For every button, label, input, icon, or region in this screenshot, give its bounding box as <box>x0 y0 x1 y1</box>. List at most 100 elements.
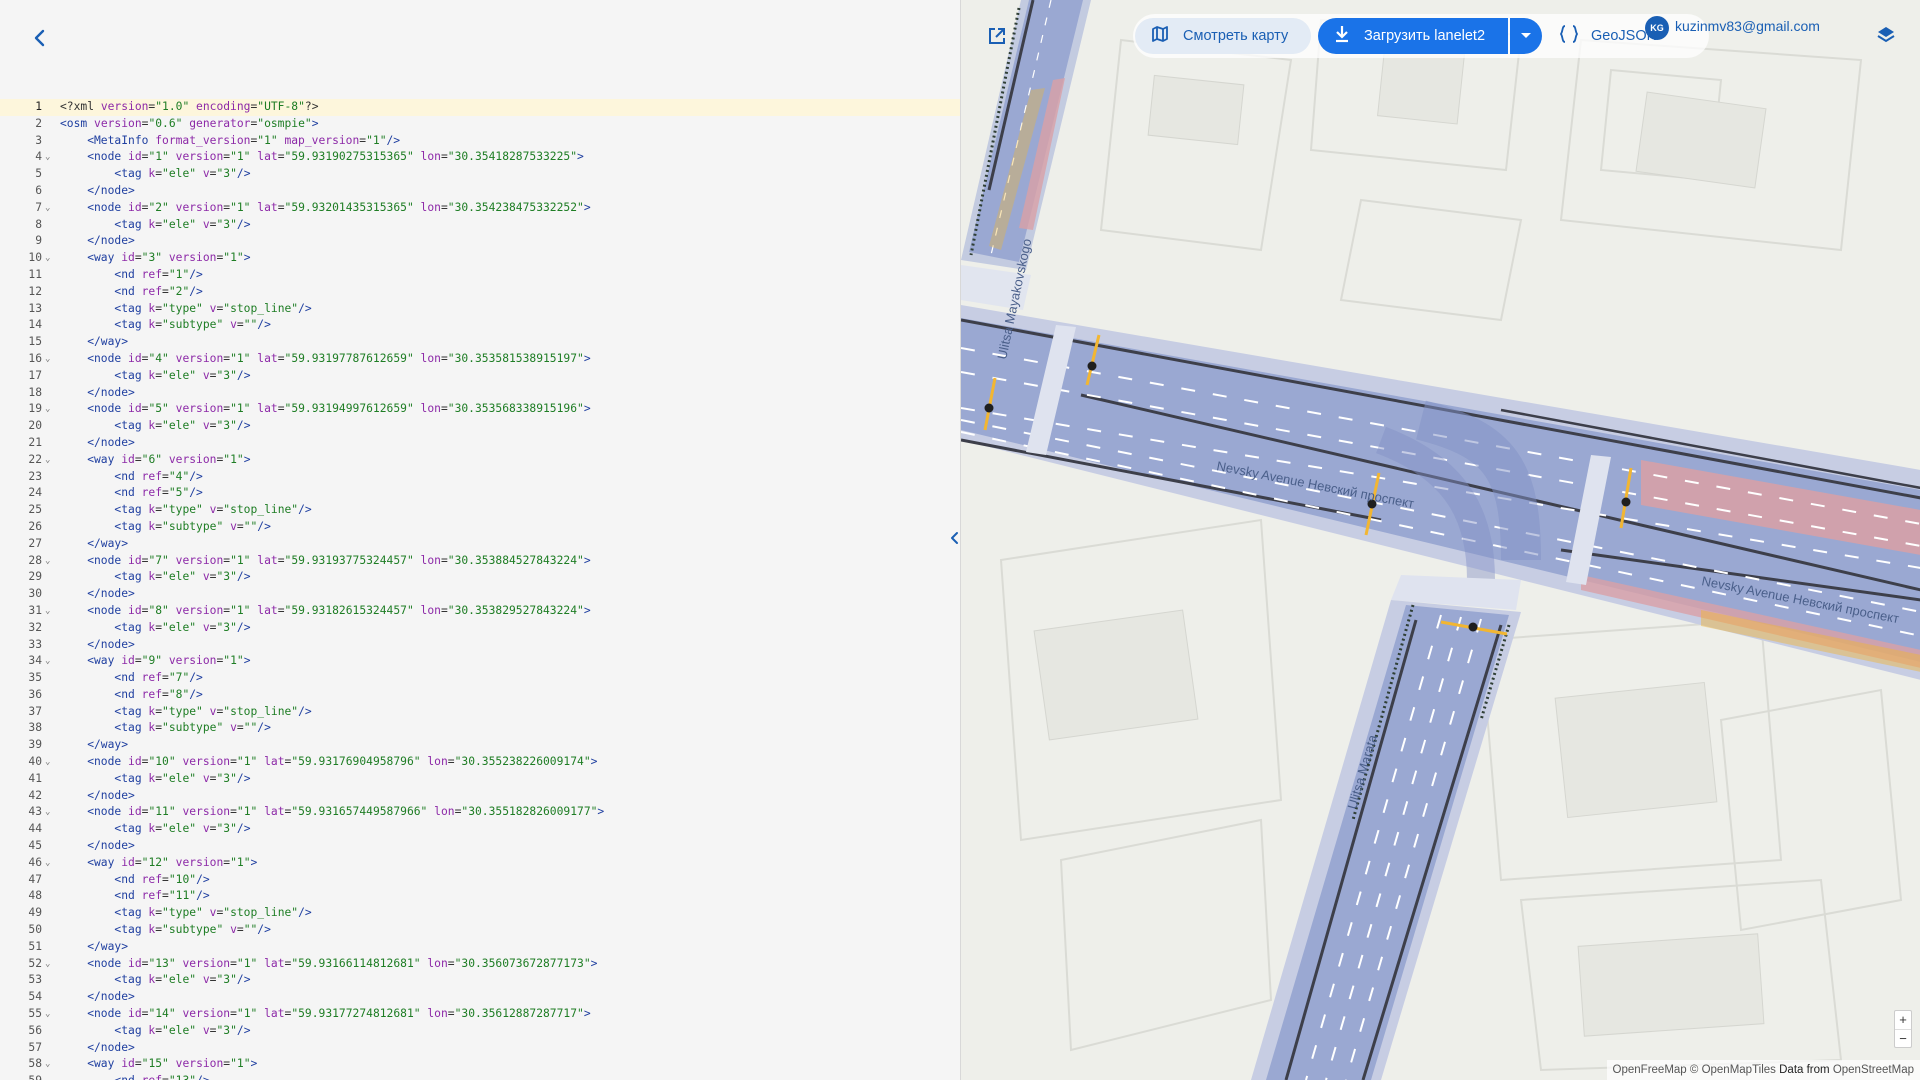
code-line[interactable]: 28 ⌄ <node id="7" version="1" lat="59.931… <box>0 553 960 570</box>
line-number: 37 <box>28 704 42 718</box>
layers-button[interactable] <box>1873 24 1899 50</box>
code-token: <tag <box>60 906 149 920</box>
code-token: lat <box>257 1007 285 1021</box>
upload-dropdown-button[interactable] <box>1510 18 1542 54</box>
code-text: <tag k="type" v="stop_line"/> <box>60 905 311 922</box>
code-line[interactable]: 3 <MetaInfo format_version="1" map_versi… <box>0 133 960 150</box>
attribution-openfreemap-link[interactable]: OpenFreeMap <box>1613 1064 1687 1076</box>
fold-chevron-icon[interactable]: ⌄ <box>45 1006 50 1023</box>
code-line[interactable]: 7 ⌄ <node id="2" version="1" lat="59.9320… <box>0 200 960 217</box>
user-avatar[interactable]: KG <box>1645 16 1669 40</box>
fold-chevron-icon[interactable]: ⌄ <box>45 855 50 872</box>
code-line[interactable]: 23 <nd ref="4"/> <box>0 469 960 486</box>
code-line[interactable]: 34 ⌄ <way id="9" version="1"> <box>0 653 960 670</box>
code-line[interactable]: 32 <tag k="ele" v="3"/> <box>0 620 960 637</box>
zoom-out-button[interactable]: − <box>1895 1029 1911 1047</box>
code-line[interactable]: 59 <nd ref="13"/> <box>0 1073 960 1080</box>
code-line[interactable]: 2 <osm version="0.6" generator="osmpie"> <box>0 116 960 133</box>
code-line[interactable]: 40 ⌄ <node id="10" version="1" lat="59.93… <box>0 754 960 771</box>
code-line[interactable]: 31 ⌄ <node id="8" version="1" lat="59.931… <box>0 603 960 620</box>
code-line[interactable]: 56 <tag k="ele" v="3"/> <box>0 1023 960 1040</box>
fold-chevron-icon[interactable]: ⌄ <box>45 250 50 267</box>
code-line[interactable]: 43 ⌄ <node id="11" version="1" lat="59.93… <box>0 804 960 821</box>
code-line[interactable]: 19 ⌄ <node id="5" version="1" lat="59.931… <box>0 401 960 418</box>
fold-chevron-icon[interactable]: ⌄ <box>45 401 50 418</box>
code-line[interactable]: 22 ⌄ <way id="6" version="1"> <box>0 452 960 469</box>
map-attribution: OpenFreeMap © OpenMapTiles Data from Ope… <box>1606 1060 1920 1080</box>
user-email[interactable]: kuzinmv83@gmail.com <box>1675 18 1820 34</box>
code-token: = <box>277 200 285 214</box>
code-line[interactable]: 55 ⌄ <node id="14" version="1" lat="59.93… <box>0 1006 960 1023</box>
code-line[interactable]: 30 </node> <box>0 586 960 603</box>
code-line[interactable]: 53 <tag k="ele" v="3"/> <box>0 972 960 989</box>
fold-chevron-icon[interactable]: ⌄ <box>45 149 50 166</box>
code-line[interactable]: 41 <tag k="ele" v="3"/> <box>0 771 960 788</box>
code-line[interactable]: 17 <tag k="ele" v="3"/> <box>0 368 960 385</box>
code-line[interactable]: 14 <tag k="subtype" v=""/> <box>0 317 960 334</box>
code-editor[interactable]: 1 <?xml version="1.0" encoding="UTF-8"?> 2… <box>0 99 960 1080</box>
code-line[interactable]: 18 </node> <box>0 385 960 402</box>
code-line[interactable]: 16 ⌄ <node id="4" version="1" lat="59.931… <box>0 351 960 368</box>
code-line[interactable]: 20 <tag k="ele" v="3"/> <box>0 418 960 435</box>
code-line[interactable]: 33 </node> <box>0 637 960 654</box>
code-line[interactable]: 9 </node> <box>0 233 960 250</box>
code-text: <tag k="type" v="stop_line"/> <box>60 704 311 721</box>
code-line[interactable]: 24 <nd ref="5"/> <box>0 485 960 502</box>
code-line[interactable]: 25 <tag k="type" v="stop_line"/> <box>0 502 960 519</box>
code-line[interactable]: 46 ⌄ <way id="12" version="1"> <box>0 855 960 872</box>
code-line[interactable]: 54 </node> <box>0 989 960 1006</box>
view-map-button[interactable]: Смотреть карту <box>1135 18 1311 54</box>
attribution-osm-link[interactable]: OpenStreetMap <box>1833 1064 1914 1076</box>
code-line[interactable]: 13 <tag k="type" v="stop_line"/> <box>0 301 960 318</box>
back-button[interactable] <box>24 24 56 56</box>
code-line[interactable]: 10 ⌄ <way id="3" version="1"> <box>0 250 960 267</box>
fold-chevron-icon[interactable]: ⌄ <box>45 452 50 469</box>
code-line[interactable]: 58 ⌄ <way id="15" version="1"> <box>0 1056 960 1073</box>
code-line[interactable]: 45 </node> <box>0 838 960 855</box>
fold-chevron-icon[interactable]: ⌄ <box>45 653 50 670</box>
fold-chevron-icon[interactable]: ⌄ <box>45 1056 50 1073</box>
xml-editor-pane[interactable]: 1 <?xml version="1.0" encoding="UTF-8"?> 2… <box>0 0 960 1080</box>
code-line[interactable]: 42 </node> <box>0 788 960 805</box>
code-line[interactable]: 1 <?xml version="1.0" encoding="UTF-8"?> <box>0 99 960 116</box>
code-line[interactable]: 26 <tag k="subtype" v=""/> <box>0 519 960 536</box>
code-line[interactable]: 48 <nd ref="11"/> <box>0 888 960 905</box>
map-view[interactable]: Nevsky Avenue Невский проспект Nevsky Av… <box>960 0 1920 1080</box>
code-line[interactable]: 38 <tag k="subtype" v=""/> <box>0 720 960 737</box>
code-line[interactable]: 21 </node> <box>0 435 960 452</box>
code-line[interactable]: 5 <tag k="ele" v="3"/> <box>0 166 960 183</box>
fold-chevron-icon[interactable]: ⌄ <box>45 351 50 368</box>
code-line[interactable]: 39 </way> <box>0 737 960 754</box>
code-line[interactable]: 6 </node> <box>0 183 960 200</box>
fold-chevron-icon[interactable]: ⌄ <box>45 956 50 973</box>
code-token: version <box>168 402 224 416</box>
code-line[interactable]: 35 <nd ref="7"/> <box>0 670 960 687</box>
code-line[interactable]: 4 ⌄ <node id="1" version="1" lat="59.9319… <box>0 149 960 166</box>
zoom-in-button[interactable]: + <box>1895 1011 1911 1029</box>
code-line[interactable]: 11 <nd ref="1"/> <box>0 267 960 284</box>
code-line[interactable]: 29 <tag k="ele" v="3"/> <box>0 569 960 586</box>
fold-chevron-icon[interactable]: ⌄ <box>45 754 50 771</box>
code-line[interactable]: 12 <nd ref="2"/> <box>0 284 960 301</box>
open-external-button[interactable] <box>983 24 1011 52</box>
code-line[interactable]: 44 <tag k="ele" v="3"/> <box>0 821 960 838</box>
code-line[interactable]: 15 </way> <box>0 334 960 351</box>
fold-chevron-icon[interactable]: ⌄ <box>45 603 50 620</box>
code-line[interactable]: 57 </node> <box>0 1040 960 1057</box>
code-line[interactable]: 52 ⌄ <node id="13" version="1" lat="59.93… <box>0 956 960 973</box>
code-line[interactable]: 50 <tag k="subtype" v=""/> <box>0 922 960 939</box>
code-line[interactable]: 36 <nd ref="8"/> <box>0 687 960 704</box>
upload-lanelet2-button[interactable]: Загрузить lanelet2 <box>1318 18 1508 54</box>
code-token: "1" <box>223 654 244 668</box>
code-line[interactable]: 8 <tag k="ele" v="3"/> <box>0 217 960 234</box>
code-line[interactable]: 51 </way> <box>0 939 960 956</box>
fold-chevron-icon[interactable]: ⌄ <box>45 200 50 217</box>
map-canvas[interactable]: Nevsky Avenue Невский проспект Nevsky Av… <box>961 0 1920 1080</box>
code-line[interactable]: 37 <tag k="type" v="stop_line"/> <box>0 704 960 721</box>
code-line[interactable]: 27 </way> <box>0 536 960 553</box>
code-line[interactable]: 47 <nd ref="10"/> <box>0 872 960 889</box>
fold-chevron-icon[interactable]: ⌄ <box>45 553 50 570</box>
fold-chevron-icon[interactable]: ⌄ <box>45 804 50 821</box>
geojson-button[interactable]: GeoJSON <box>1539 18 1657 54</box>
code-line[interactable]: 49 <tag k="type" v="stop_line"/> <box>0 905 960 922</box>
